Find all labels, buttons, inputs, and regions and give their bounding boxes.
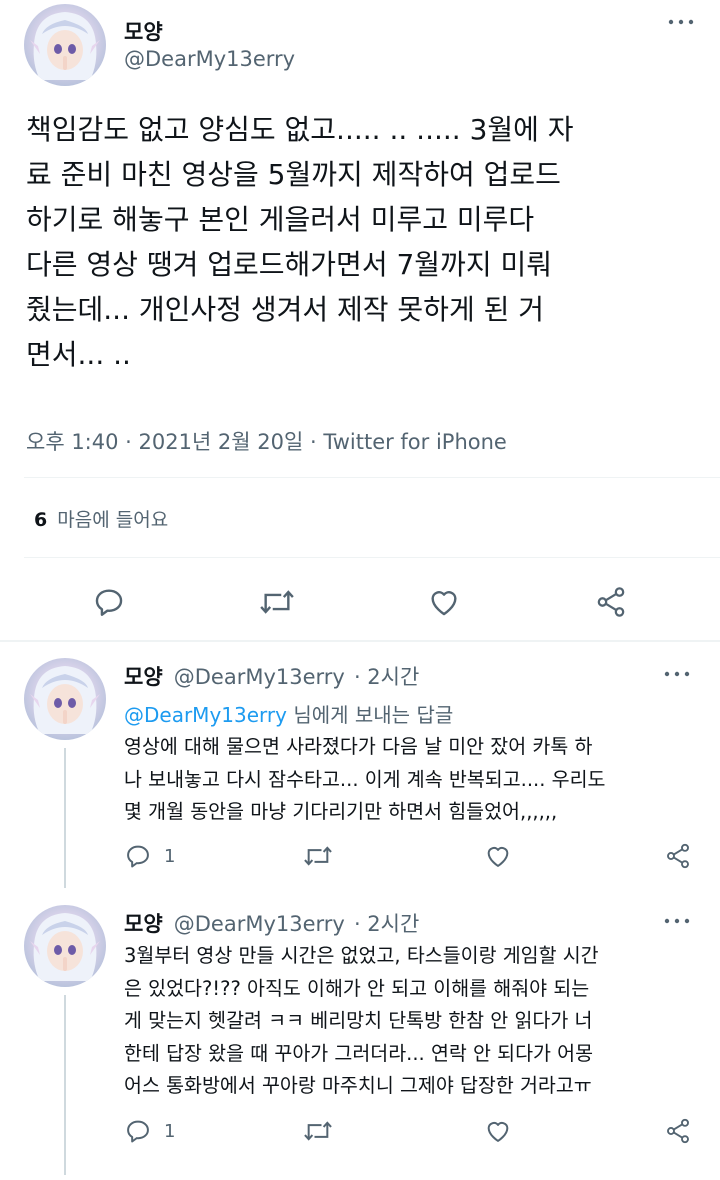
heart-icon[interactable] <box>426 585 462 619</box>
tweet-timestamp[interactable]: 오후 1:40 · 2021년 2월 20일 · Twitter for iPh… <box>26 426 507 456</box>
heart-icon[interactable] <box>483 1117 513 1145</box>
replying-to: @DearMy13erry 님에게 보내는 답글 <box>124 699 453 728</box>
more-horizontal-icon[interactable] <box>662 662 692 690</box>
reply-count: 1 <box>164 845 176 867</box>
share-icon[interactable] <box>594 585 628 619</box>
thread-line <box>64 748 66 888</box>
avatar[interactable] <box>24 658 106 740</box>
reply-text: 3월부터 영상 만들 시간은 없었고, 타스들이랑 게임할 시간 은 있었다?!… <box>124 944 599 1097</box>
reply-author-name[interactable]: 모양 <box>124 912 163 936</box>
reply-header: 모양 @DearMy13erry · 2시간 <box>124 908 419 938</box>
more-horizontal-icon[interactable] <box>666 10 696 40</box>
author-handle[interactable]: @DearMy13erry <box>124 47 295 71</box>
reply-time[interactable]: · 2시간 <box>354 912 419 936</box>
likes-stat[interactable]: 6 마음에 들어요 <box>34 505 168 532</box>
retweet-icon[interactable] <box>302 1117 334 1145</box>
likes-label: 마음에 들어요 <box>57 509 169 531</box>
reply-count: 1 <box>164 1120 176 1142</box>
divider <box>24 477 720 478</box>
divider <box>0 640 720 642</box>
heart-icon[interactable] <box>483 842 513 870</box>
reply-icon <box>127 845 149 868</box>
reply-header: 모양 @DearMy13erry · 2시간 <box>124 661 419 691</box>
avatar[interactable] <box>24 905 106 987</box>
reply-time[interactable]: · 2시간 <box>354 665 419 689</box>
reply-icon[interactable] <box>92 585 126 619</box>
reply-author-handle[interactable]: @DearMy13erry <box>174 912 345 936</box>
retweet-icon[interactable] <box>258 585 296 619</box>
author-name[interactable]: 모양 <box>124 16 163 46</box>
share-icon[interactable] <box>664 842 692 870</box>
share-icon[interactable] <box>664 1117 692 1145</box>
reply-icon <box>127 1120 149 1143</box>
avatar[interactable] <box>24 4 106 86</box>
retweet-icon[interactable] <box>302 842 334 870</box>
more-horizontal-icon[interactable] <box>662 909 692 937</box>
reply-text: 영상에 대해 물으면 사라졌다가 다음 날 미안 잤어 카톡 하 나 보내놓고 … <box>124 735 606 823</box>
reply-button[interactable]: 1 <box>124 1117 175 1145</box>
reply-author-name[interactable]: 모양 <box>124 665 163 689</box>
reply-mention-link[interactable]: @DearMy13erry <box>124 703 287 727</box>
thread-line <box>64 995 66 1175</box>
tweet-text: 책임감도 없고 양심도 없고..... .. ..... 3월에 자 료 준비 … <box>26 113 574 371</box>
reply-author-handle[interactable]: @DearMy13erry <box>174 665 345 689</box>
likes-count: 6 <box>34 509 48 531</box>
reply-button[interactable]: 1 <box>124 842 175 870</box>
replying-to-label: 님에게 보내는 답글 <box>286 703 454 727</box>
divider <box>24 557 720 558</box>
